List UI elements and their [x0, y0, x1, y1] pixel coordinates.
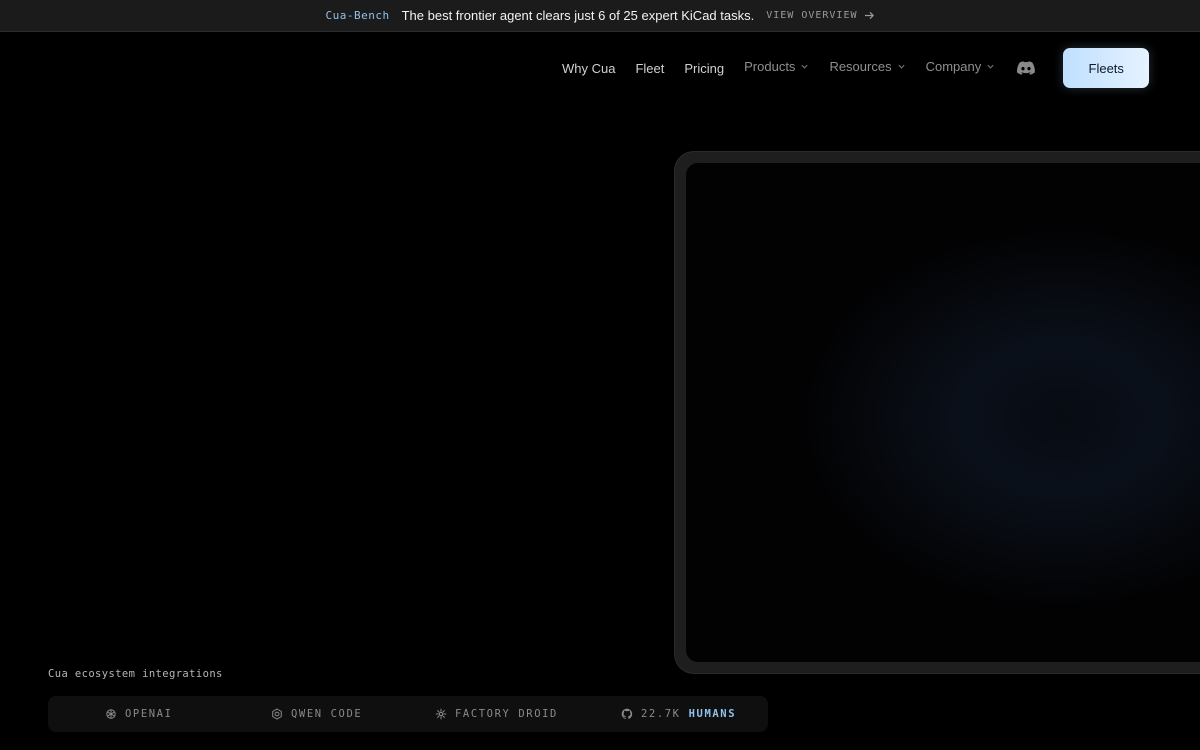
factory-droid-icon [435, 708, 447, 720]
integration-label: OPENAI [125, 708, 173, 720]
integration-factory-droid[interactable]: FACTORY DROID [435, 696, 558, 732]
chevron-down-icon [897, 64, 905, 69]
integration-github[interactable]: 22.7K HUMANS [621, 696, 736, 732]
announcement-bar: Cua-Bench The best frontier agent clears… [0, 0, 1200, 32]
qwen-icon [272, 708, 282, 720]
nav-dropdown-label: Resources [829, 58, 892, 74]
integrations-label: Cua ecosystem integrations [48, 668, 223, 680]
nav-dropdown-label: Company [925, 58, 982, 74]
github-icon [621, 708, 633, 720]
openai-icon [106, 709, 116, 719]
integration-openai[interactable]: OPENAI [105, 696, 173, 732]
nav-dropdown-company[interactable]: Company [926, 59, 996, 74]
github-star-count: 22.7K [641, 708, 681, 720]
nav-link-fleet[interactable]: Fleet [635, 61, 664, 76]
integration-label: QWEN CODE [291, 708, 363, 720]
integration-highlight: HUMANS [688, 708, 737, 720]
nav-dropdown-label: Products [744, 58, 796, 74]
announcement-tag[interactable]: Cua-Bench [325, 9, 389, 22]
discord-icon[interactable] [1017, 61, 1036, 75]
main-nav: Why Cua Fleet Pricing Products Resources… [552, 48, 1150, 88]
fleets-button[interactable]: Fleets [1063, 48, 1150, 88]
integration-qwen-code[interactable]: QWEN CODE [271, 696, 362, 732]
announcement-message: The best frontier agent clears just 6 of… [401, 8, 755, 23]
device-screen [686, 163, 1200, 662]
view-overview-link[interactable]: VIEW OVERVIEW [766, 10, 874, 21]
device-frame [674, 151, 1200, 674]
integrations-bar: OPENAI QWEN CODE FACTORY DROID 22.7K HUM… [48, 696, 768, 732]
integration-label: FACTORY DROID [455, 708, 558, 720]
view-overview-label: VIEW OVERVIEW [766, 10, 858, 21]
nav-link-why-cua[interactable]: Why Cua [562, 61, 615, 76]
chevron-down-icon [801, 64, 809, 69]
nav-dropdown-resources[interactable]: Resources [829, 59, 905, 74]
chevron-down-icon [987, 64, 994, 69]
nav-dropdown-products[interactable]: Products [744, 59, 809, 74]
nav-link-pricing[interactable]: Pricing [684, 61, 724, 76]
arrow-right-icon [864, 11, 874, 20]
